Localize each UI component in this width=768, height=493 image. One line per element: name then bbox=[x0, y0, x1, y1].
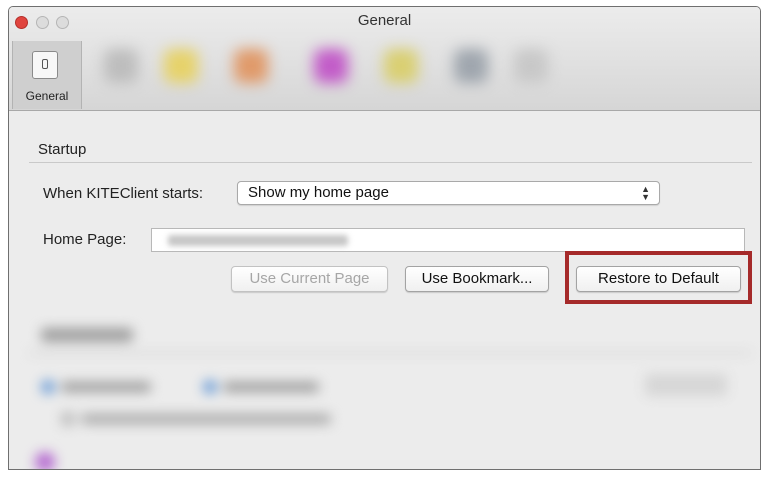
light-switch-icon bbox=[32, 51, 58, 79]
title-bar: General General bbox=[9, 7, 760, 111]
use-bookmark-button[interactable]: Use Bookmark... bbox=[405, 266, 549, 292]
window-title: General bbox=[357, 12, 412, 29]
redacted-url bbox=[168, 235, 348, 246]
use-current-page-button[interactable]: Use Current Page bbox=[231, 266, 388, 292]
startup-action-select[interactable]: Show my home page ▲ ▼ bbox=[237, 181, 660, 205]
home-page-label: Home Page: bbox=[43, 231, 127, 248]
section-divider bbox=[29, 162, 752, 163]
blurred-settings-area bbox=[9, 316, 760, 469]
general-pane: Startup When KITEClient starts: Show my … bbox=[9, 111, 760, 469]
startup-section-title: Startup bbox=[38, 141, 87, 158]
startup-action-value: Show my home page bbox=[248, 184, 389, 201]
preferences-window: General General Startup When KITEClient … bbox=[8, 6, 761, 470]
toolbar-item-general-label: General bbox=[25, 89, 69, 103]
when-starts-label: When KITEClient starts: bbox=[43, 185, 204, 202]
blurred-toolbar-icons bbox=[94, 37, 564, 107]
toolbar-item-general[interactable]: General bbox=[12, 41, 82, 109]
highlight-box bbox=[565, 251, 752, 304]
up-down-arrows-icon: ▲ ▼ bbox=[641, 184, 650, 202]
home-page-field[interactable] bbox=[151, 228, 745, 252]
